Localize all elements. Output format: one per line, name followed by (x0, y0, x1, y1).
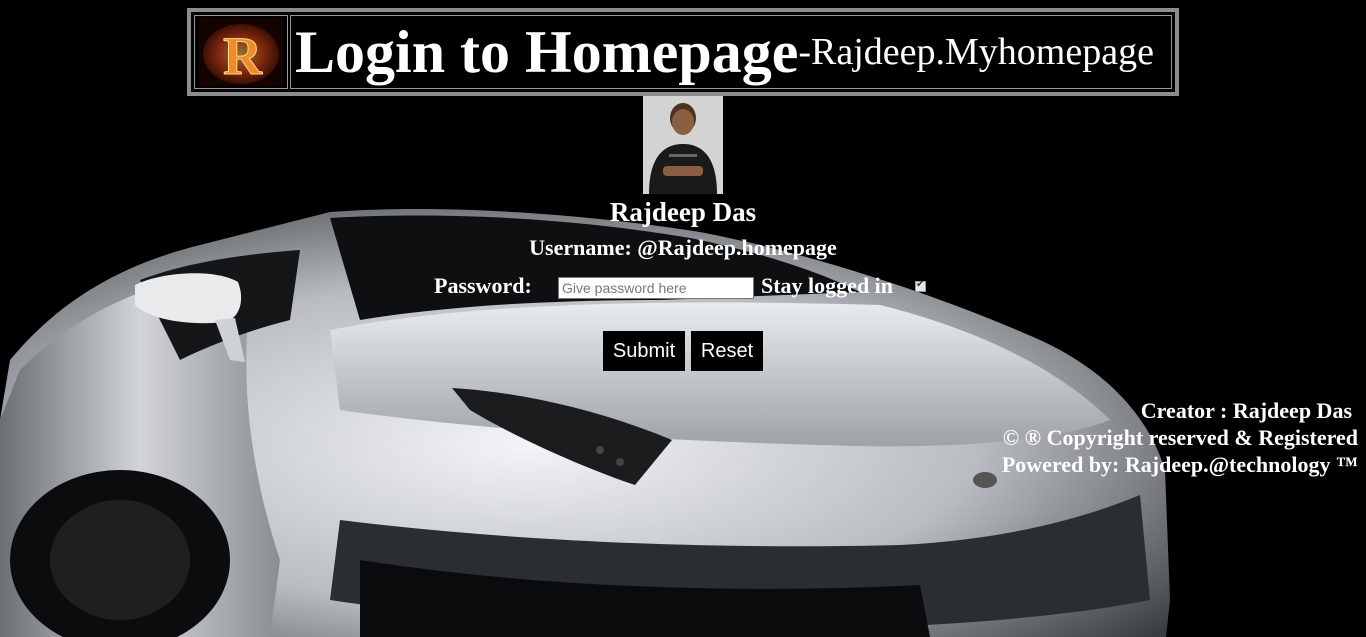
creator-text: Creator : Rajdeep Das (1140, 398, 1352, 423)
logo: R (194, 15, 288, 89)
stay-logged-in-checkbox[interactable] (915, 279, 926, 292)
person-photo-icon (643, 96, 723, 194)
page-title: Login to Homepage -Rajdeep.Myhomepage (290, 15, 1172, 89)
svg-text:R: R (223, 26, 263, 86)
header-banner: R Login to Homepage -Rajdeep.Myhomepage (187, 8, 1179, 96)
password-input[interactable] (558, 277, 754, 299)
submit-button[interactable]: Submit (603, 331, 685, 371)
footer-credits: Creator : Rajdeep Das © ® Copyright rese… (1002, 397, 1358, 478)
profile-name: Rajdeep Das (609, 197, 757, 227)
stay-logged-in-label: Stay logged in (761, 273, 894, 298)
title-sub: -Rajdeep.Myhomepage (798, 31, 1154, 73)
title-main: Login to Homepage (295, 19, 799, 85)
reset-button[interactable]: Reset (691, 331, 763, 371)
password-label: Password: (434, 273, 532, 298)
avatar (643, 96, 723, 194)
copyright-text: © ® Copyright reserved & Registered (1002, 425, 1358, 450)
flame-r-logo-icon: R (199, 18, 283, 86)
powered-by-text: Powered by: Rajdeep.@technology ™ (1001, 452, 1358, 477)
profile-username: Username: @Rajdeep.homepage (529, 235, 837, 260)
